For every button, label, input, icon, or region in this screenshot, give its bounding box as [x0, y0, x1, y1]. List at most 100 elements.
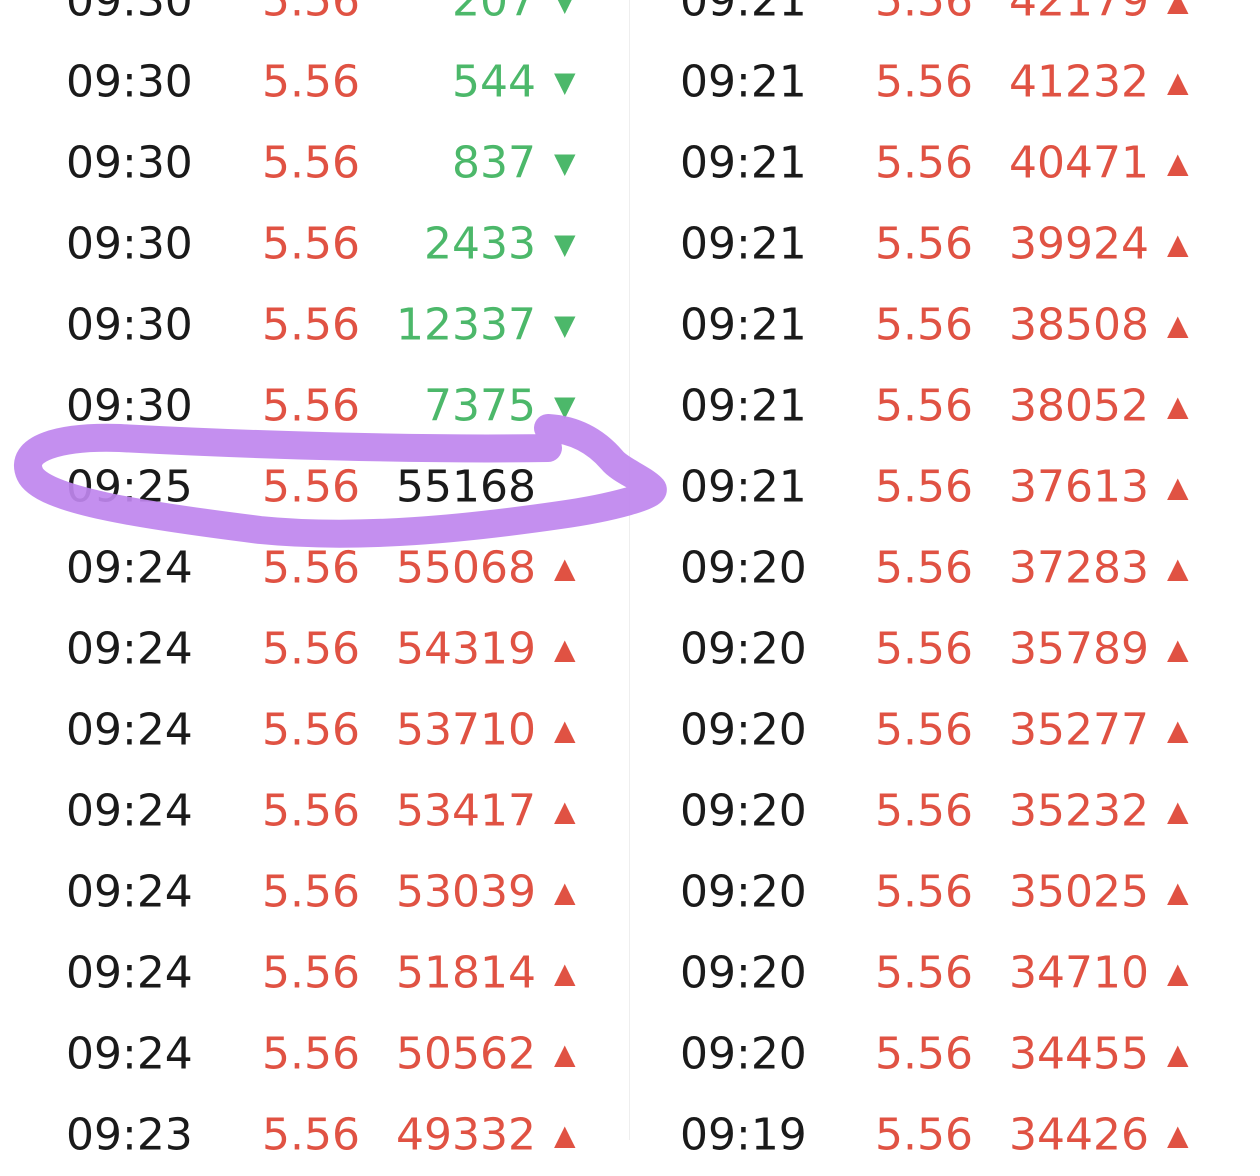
trade-price: 5.56	[262, 542, 360, 593]
trade-volume: 544	[452, 56, 536, 107]
trade-time: 09:24	[66, 947, 193, 998]
trade-price: 5.56	[262, 785, 360, 836]
trade-row[interactable]: 09:24 5.56 50562 ▲	[0, 1014, 630, 1095]
trade-row[interactable]: 09:24 5.56 53417 ▲	[0, 771, 630, 852]
trade-price: 5.56	[875, 137, 973, 188]
triangle-up-icon: ▲	[1167, 0, 1189, 17]
trade-row[interactable]: 09:21 5.56 39924 ▲	[630, 204, 1260, 285]
trade-volume: 41232	[1009, 56, 1149, 107]
trade-volume: 54319	[396, 623, 536, 674]
trade-time: 09:20	[680, 704, 807, 755]
trade-price: 5.56	[875, 461, 973, 512]
trade-price: 5.56	[875, 1028, 973, 1079]
trade-list-left-column[interactable]: 09:30 5.56 207 ▼ 09:30 5.56 544 ▼ 09:30 5.56 837 ▼ 0…	[0, 0, 630, 1157]
trade-time: 09:20	[680, 542, 807, 593]
trade-row[interactable]: 09:30 5.56 12337 ▼	[0, 285, 630, 366]
trade-price: 5.56	[875, 623, 973, 674]
trade-time: 09:24	[66, 1028, 193, 1079]
trade-time: 09:21	[680, 380, 807, 431]
trade-row[interactable]: 09:20 5.56 35277 ▲	[630, 690, 1260, 771]
trade-time: 09:30	[66, 137, 193, 188]
trade-price: 5.56	[875, 56, 973, 107]
trade-row[interactable]: 09:30 5.56 837 ▼	[0, 123, 630, 204]
trade-row[interactable]: 09:21 5.56 37613 ▲	[630, 447, 1260, 528]
trade-price: 5.56	[875, 866, 973, 917]
trade-time: 09:19	[680, 1109, 807, 1160]
triangle-down-icon: ▼	[554, 389, 576, 422]
trade-volume: 53710	[396, 704, 536, 755]
trade-time: 09:20	[680, 785, 807, 836]
trade-time: 09:24	[66, 542, 193, 593]
trade-volume: 7375	[424, 380, 536, 431]
trade-row[interactable]: 09:21 5.56 41232 ▲	[630, 42, 1260, 123]
trade-price: 5.56	[262, 947, 360, 998]
triangle-up-icon: ▲	[1167, 227, 1189, 260]
trade-volume: 40471	[1009, 137, 1149, 188]
trade-row[interactable]: 09:30 5.56 544 ▼	[0, 42, 630, 123]
triangle-up-icon: ▲	[1167, 875, 1189, 908]
triangle-down-icon: ▼	[554, 65, 576, 98]
trade-time: 09:24	[66, 866, 193, 917]
trade-price: 5.56	[875, 704, 973, 755]
trade-time: 09:30	[66, 0, 193, 26]
trade-row[interactable]: 09:21 5.56 38052 ▲	[630, 366, 1260, 447]
trade-volume: 837	[452, 137, 536, 188]
triangle-up-icon: ▲	[554, 632, 576, 665]
trade-row[interactable]: 09:23 5.56 49332 ▲	[0, 1095, 630, 1176]
trade-time: 09:24	[66, 623, 193, 674]
trade-time: 09:30	[66, 218, 193, 269]
trade-row[interactable]: 09:30 5.56 207 ▼	[0, 0, 630, 42]
trade-price: 5.56	[875, 542, 973, 593]
triangle-up-icon: ▲	[554, 551, 576, 584]
trade-row[interactable]: 09:25 5.56 55168	[0, 447, 630, 528]
triangle-down-icon: ▼	[554, 0, 576, 17]
trade-time: 09:21	[680, 56, 807, 107]
triangle-up-icon: ▲	[1167, 1037, 1189, 1070]
trade-list-right-column[interactable]: 09:21 5.56 42179 ▲ 09:21 5.56 41232 ▲ 09:21 5.56 4…	[630, 0, 1260, 1157]
trade-row[interactable]: 09:24 5.56 54319 ▲	[0, 609, 630, 690]
trade-row[interactable]: 09:20 5.56 35025 ▲	[630, 852, 1260, 933]
trade-time: 09:21	[680, 137, 807, 188]
trade-row[interactable]: 09:20 5.56 34710 ▲	[630, 933, 1260, 1014]
trade-row[interactable]: 09:30 5.56 2433 ▼	[0, 204, 630, 285]
trade-price: 5.56	[262, 623, 360, 674]
triangle-up-icon: ▲	[554, 875, 576, 908]
trade-time: 09:21	[680, 0, 807, 26]
trade-volume: 35789	[1009, 623, 1149, 674]
triangle-up-icon: ▲	[1167, 1118, 1189, 1151]
trade-volume: 39924	[1009, 218, 1149, 269]
trade-volume: 53039	[396, 866, 536, 917]
triangle-up-icon: ▲	[1167, 389, 1189, 422]
trade-volume: 35025	[1009, 866, 1149, 917]
triangle-down-icon: ▼	[554, 227, 576, 260]
trade-row[interactable]: 09:24 5.56 53039 ▲	[0, 852, 630, 933]
triangle-up-icon: ▲	[554, 956, 576, 989]
trade-volume: 12337	[396, 299, 536, 350]
trade-volume: 2433	[424, 218, 536, 269]
trade-row[interactable]: 09:20 5.56 35232 ▲	[630, 771, 1260, 852]
triangle-up-icon: ▲	[1167, 794, 1189, 827]
trade-row[interactable]: 09:24 5.56 51814 ▲	[0, 933, 630, 1014]
trade-row[interactable]: 09:20 5.56 37283 ▲	[630, 528, 1260, 609]
trade-row[interactable]: 09:19 5.56 34426 ▲	[630, 1095, 1260, 1176]
trade-row[interactable]: 09:21 5.56 40471 ▲	[630, 123, 1260, 204]
trade-row[interactable]: 09:20 5.56 35789 ▲	[630, 609, 1260, 690]
trade-volume: 38508	[1009, 299, 1149, 350]
trade-volume: 38052	[1009, 380, 1149, 431]
trade-row[interactable]: 09:30 5.56 7375 ▼	[0, 366, 630, 447]
trade-row[interactable]: 09:24 5.56 55068 ▲	[0, 528, 630, 609]
trade-row[interactable]: 09:21 5.56 38508 ▲	[630, 285, 1260, 366]
triangle-up-icon: ▲	[1167, 713, 1189, 746]
trade-row[interactable]: 09:24 5.56 53710 ▲	[0, 690, 630, 771]
trade-time: 09:30	[66, 299, 193, 350]
triangle-up-icon: ▲	[1167, 65, 1189, 98]
trade-price: 5.56	[262, 137, 360, 188]
trade-row[interactable]: 09:21 5.56 42179 ▲	[630, 0, 1260, 42]
trade-price: 5.56	[875, 0, 973, 26]
trade-row[interactable]: 09:20 5.56 34455 ▲	[630, 1014, 1260, 1095]
trade-price: 5.56	[262, 866, 360, 917]
trade-volume: 55168	[396, 461, 536, 512]
trade-price: 5.56	[262, 56, 360, 107]
trade-price: 5.56	[262, 1028, 360, 1079]
trade-price: 5.56	[262, 218, 360, 269]
